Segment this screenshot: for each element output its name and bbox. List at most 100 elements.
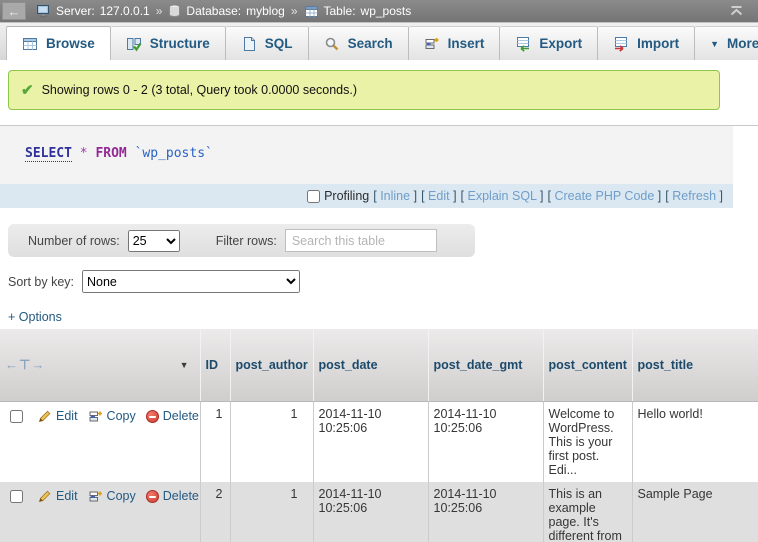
column-header-post-date[interactable]: post_date [313,329,428,401]
cell-post-content: Welcome to WordPress. This is your first… [543,401,632,482]
options-dropdown-icon[interactable]: ▼ [180,360,189,370]
edit-query-link[interactable]: Edit [428,189,450,203]
column-header-post-author[interactable]: post_author [230,329,313,401]
phpmyadmin-window: ← Server: 127.0.0.1 » Database: myblog »… [0,0,758,542]
tab-search-label: Search [348,36,393,51]
tab-search[interactable]: Search [309,26,409,60]
chevron-down-icon: ▼ [710,39,719,49]
number-of-rows-select[interactable]: 25 [128,230,180,252]
delete-row-button[interactable]: Delete [146,489,199,503]
cell-post-title: Hello world! [632,401,758,482]
column-header-post-date-gmt[interactable]: post_date_gmt [428,329,543,401]
cell-post-content: This is an example page. It's different … [543,482,632,542]
profiling-checkbox-label: Profiling [307,189,369,203]
copy-icon [88,489,103,504]
sql-keyword-select[interactable]: SELECT [25,146,72,162]
browse-icon [22,36,38,52]
filter-rows-label: Filter rows: [216,234,277,248]
sort-by-key-select[interactable]: None [82,270,300,293]
column-toggle-icon[interactable]: ⊤ [19,357,31,372]
table-row: Edit Copy Delete 1 1 2014-11-10 1 [0,401,758,482]
breadcrumb-database-label: Database: [186,4,241,18]
server-icon [36,4,51,18]
row-select-checkbox[interactable] [10,410,23,423]
database-icon [168,4,181,18]
cell-id: 1 [200,401,230,482]
status-message-text: Showing rows 0 - 2 (3 total, Query took … [42,83,357,97]
cell-post-author: 1 [230,401,313,482]
inline-link-group: [ Inline ] [373,189,417,203]
move-column-left-icon[interactable]: ← [5,357,19,372]
sql-table-ref: `wp_posts` [135,146,213,161]
edit-pencil-icon [37,489,52,504]
profiling-label-text: Profiling [324,189,369,203]
explain-sql-link-group: [ Explain SQL ] [461,189,544,203]
sql-star: * [80,146,88,161]
delete-row-button[interactable]: Delete [146,409,199,423]
import-icon [613,36,629,52]
tab-more[interactable]: ▼ More [695,26,758,60]
insert-icon [424,36,440,52]
tab-browse-label: Browse [46,36,95,51]
table-row: Edit Copy Delete 2 1 2014-11-10 1 [0,482,758,542]
collapse-icon[interactable] [729,5,744,17]
delete-icon [146,490,159,503]
explain-sql-link[interactable]: Explain SQL [468,189,537,203]
tab-insert[interactable]: Insert [409,26,501,60]
search-icon [324,36,340,52]
status-message: ✔ Showing rows 0 - 2 (3 total, Query too… [8,70,720,110]
breadcrumb: Server: 127.0.0.1 » Database: myblog » T… [36,4,411,18]
copy-row-button[interactable]: Copy [88,409,136,424]
profiling-checkbox[interactable] [307,190,320,203]
cell-post-title: Sample Page [632,482,758,542]
edit-row-button[interactable]: Edit [37,409,78,424]
tab-browse[interactable]: Browse [6,26,111,60]
back-button[interactable]: ← [2,2,26,20]
column-header-post-title[interactable]: post_title [632,329,758,401]
back-arrow-icon: ← [8,4,21,19]
tab-sql[interactable]: SQL [226,26,309,60]
inline-link[interactable]: Inline [380,189,410,203]
row-select-checkbox[interactable] [10,490,23,503]
cell-post-author: 1 [230,482,313,542]
tab-insert-label: Insert [448,36,485,51]
cell-post-date: 2014-11-10 10:25:06 [313,401,428,482]
breadcrumb-server-label: Server: [56,4,95,18]
sql-query-text: SELECT * FROM `wp_posts` [0,126,733,184]
filter-rows-input[interactable] [285,229,437,252]
tab-import-label: Import [637,36,679,51]
sql-keyword-from: FROM [95,146,126,161]
refresh-link[interactable]: Refresh [672,189,716,203]
breadcrumb-table-link[interactable]: wp_posts [361,4,412,18]
cell-post-date-gmt: 2014-11-10 10:25:06 [428,482,543,542]
query-actions-bar: Profiling [ Inline ] [ Edit ] [ Explain … [0,184,733,208]
refresh-link-group: [ Refresh ] [665,189,723,203]
number-of-rows-label: Number of rows: [28,234,120,248]
column-controls-header[interactable]: ←⊤→ ▼ [0,329,200,401]
breadcrumb-database-link[interactable]: myblog [246,4,285,18]
edit-query-link-group: [ Edit ] [421,189,456,203]
edit-pencil-icon [37,409,52,424]
copy-row-button[interactable]: Copy [88,489,136,504]
tab-bar: Browse Structure SQL Search Insert Expor… [0,22,758,60]
sql-query-box: SELECT * FROM `wp_posts` Profiling [ Inl… [0,126,733,208]
column-header-id[interactable]: ID [200,329,230,401]
edit-row-button[interactable]: Edit [37,489,78,504]
cell-post-date-gmt: 2014-11-10 10:25:06 [428,401,543,482]
sort-by-key-row: Sort by key: None [8,270,758,293]
move-column-right-icon[interactable]: → [31,357,45,372]
cell-id: 2 [200,482,230,542]
tab-more-label: More [727,36,758,51]
options-toggle-link[interactable]: + Options [8,310,62,324]
breadcrumb-server-link[interactable]: 127.0.0.1 [100,4,150,18]
cell-post-date: 2014-11-10 10:25:06 [313,482,428,542]
breadcrumb-separator-icon: » [155,4,164,18]
tab-export[interactable]: Export [500,26,598,60]
create-php-code-link[interactable]: Create PHP Code [554,189,654,203]
success-check-icon: ✔ [21,81,34,99]
column-header-post-content[interactable]: post_content [543,329,632,401]
tab-structure[interactable]: Structure [111,26,226,60]
tab-export-label: Export [539,36,582,51]
export-icon [515,36,531,52]
tab-import[interactable]: Import [598,26,695,60]
